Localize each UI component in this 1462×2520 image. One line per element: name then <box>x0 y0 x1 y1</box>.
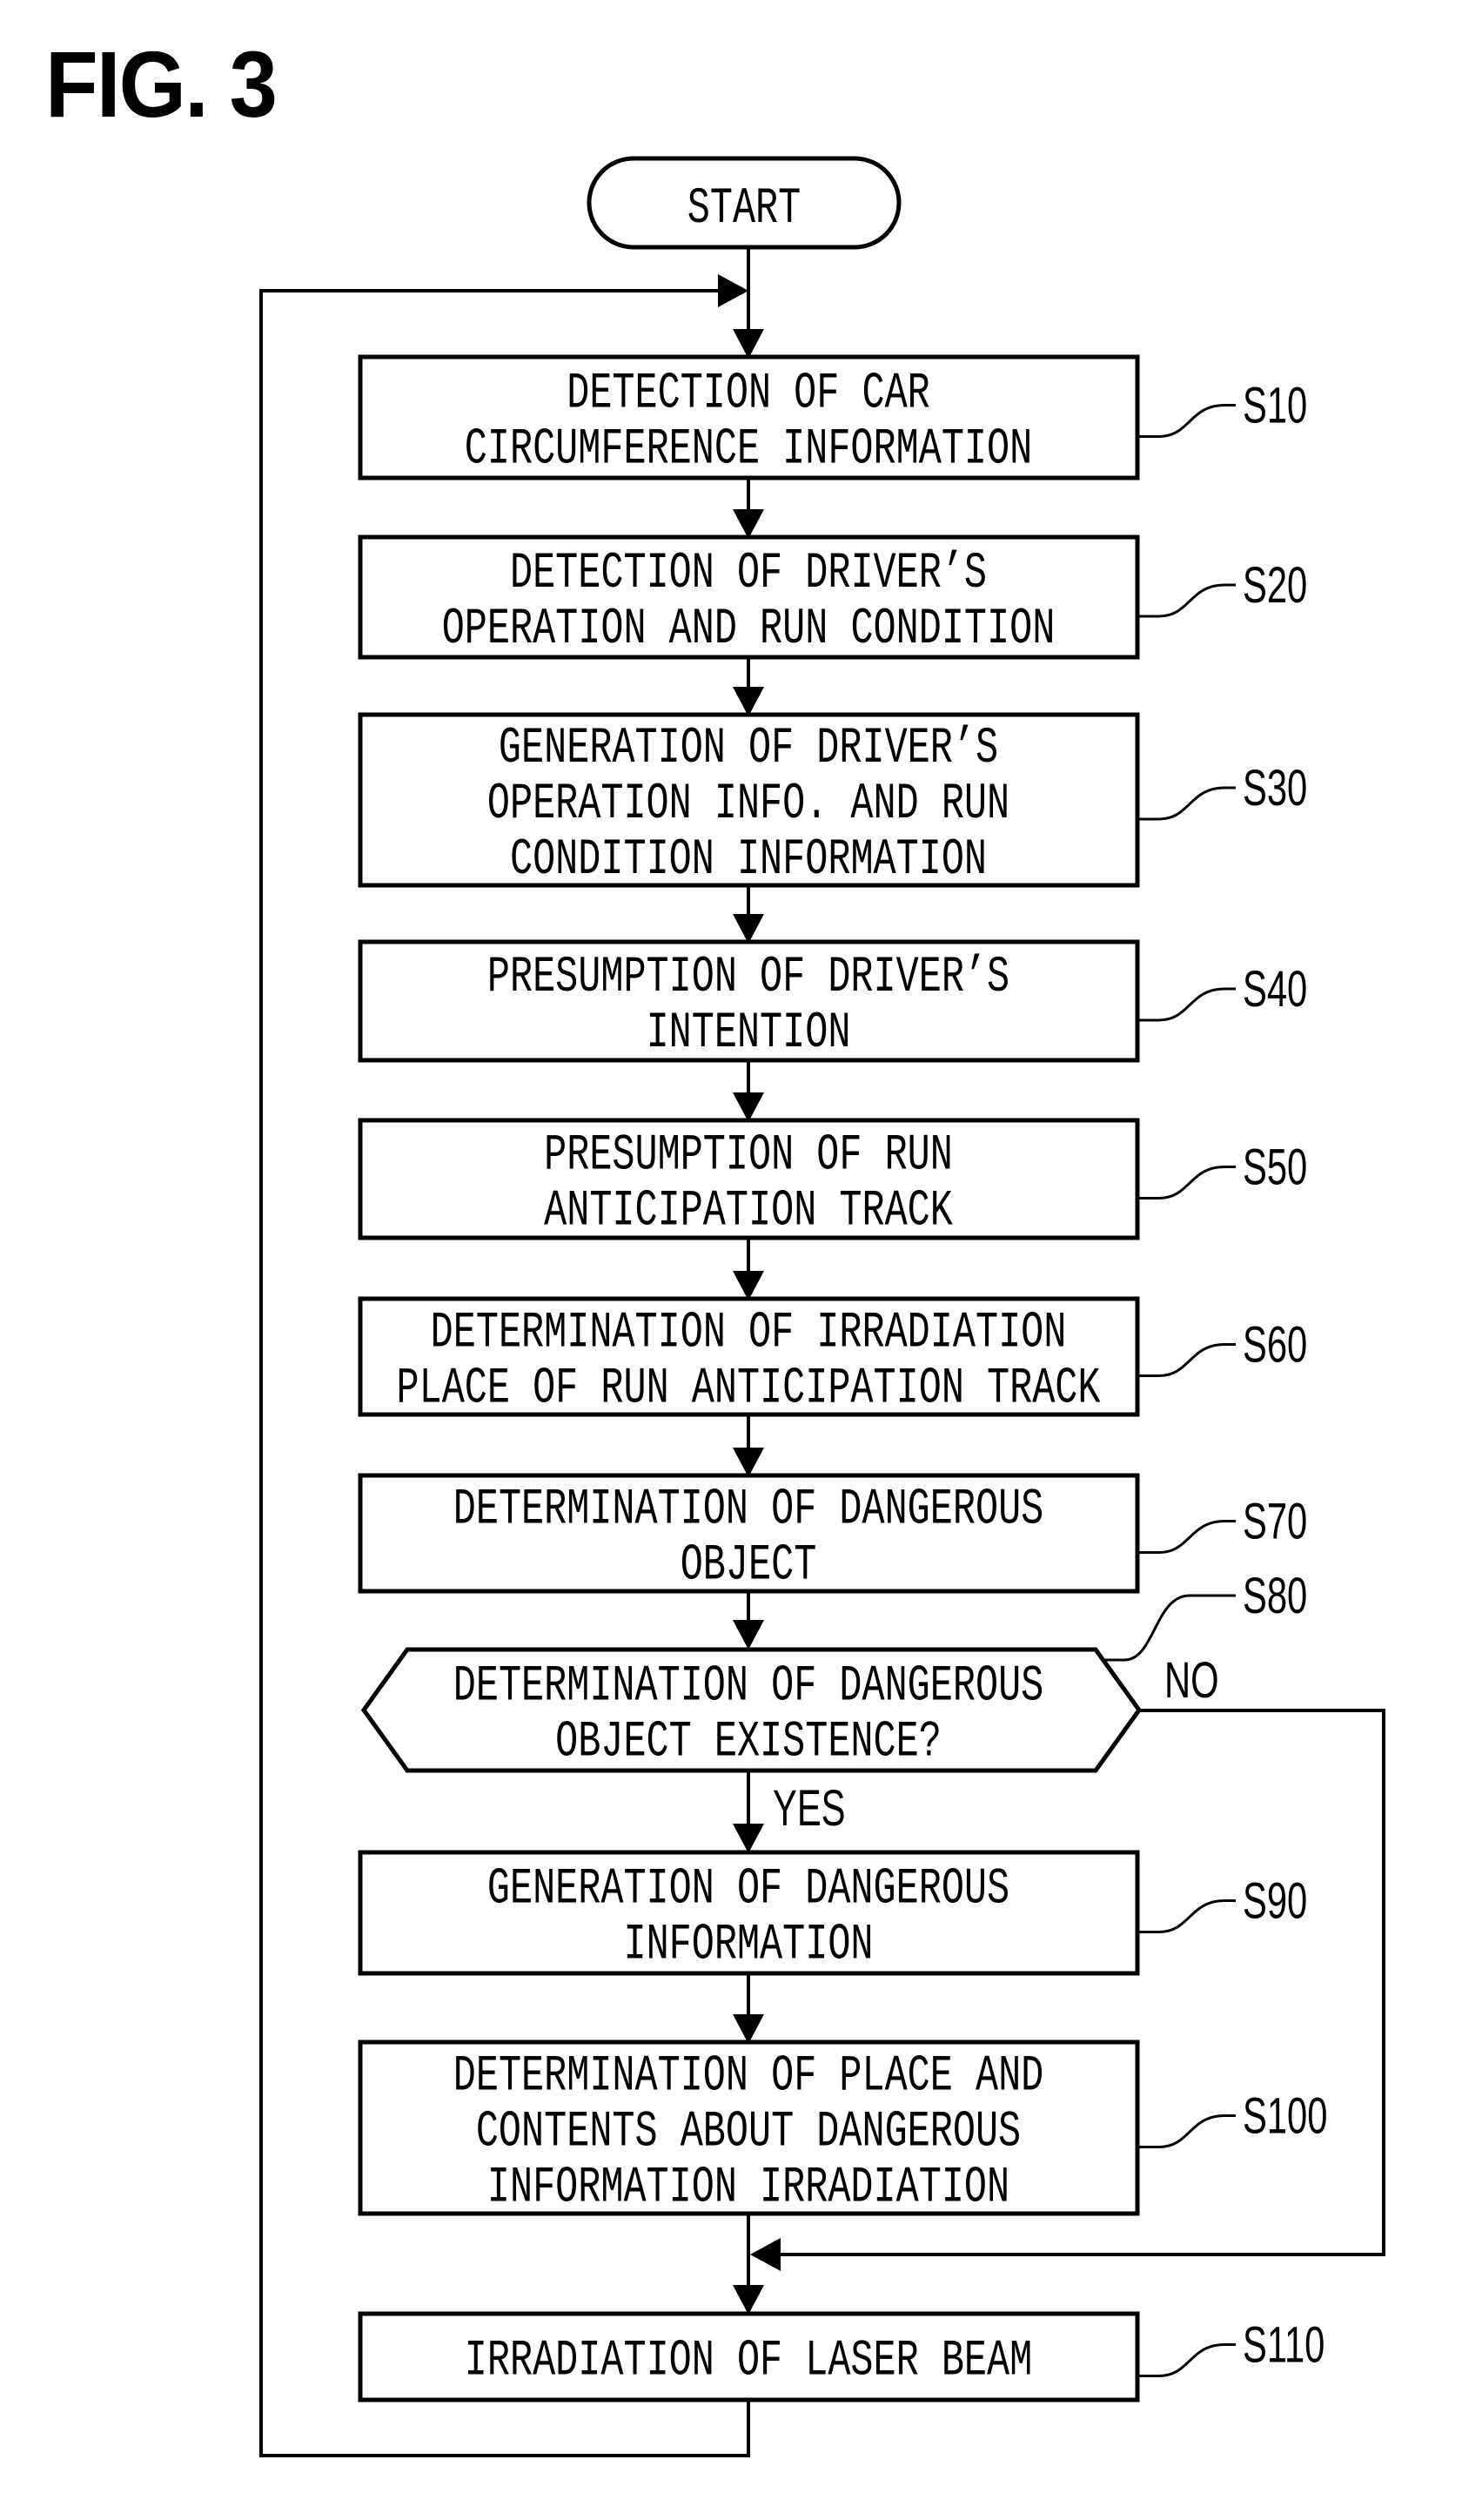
step-text-line: PRESUMPTION OF DRIVER’S <box>487 949 1009 1006</box>
step-s110: IRRADIATION OF LASER BEAM S110 <box>358 2311 1325 2402</box>
step-id-label: S50 <box>1243 1139 1307 1195</box>
step-text-line: CIRCUMFERENCE INFORMATION <box>465 421 1032 479</box>
step-text-line: CONTENTS ABOUT DANGEROUS <box>476 2104 1021 2161</box>
step-leader-line <box>1137 1899 1236 1933</box>
step-id-label: S110 <box>1243 2316 1325 2373</box>
step-id-label: S10 <box>1243 377 1307 433</box>
step-s10: DETECTION OF CARCIRCUMFERENCE INFORMATIO… <box>358 354 1307 480</box>
step-leader-line <box>1137 786 1236 821</box>
step-leader-line <box>1137 987 1236 1022</box>
step-text-line: DETERMINATION OF DANGEROUS <box>453 1482 1044 1539</box>
step-leader-line <box>1137 404 1236 438</box>
arrowhead-down-icon <box>733 509 764 539</box>
step-s40: PRESUMPTION OF DRIVER’SINTENTION S40 <box>358 939 1307 1063</box>
step-leader-line <box>1137 1166 1236 1200</box>
step-s20: DETECTION OF DRIVER’SOPERATION AND RUN C… <box>358 534 1307 660</box>
step-s60: DETERMINATION OF IRRADIATIONPLACE OF RUN… <box>358 1296 1307 1418</box>
arrowhead-down-icon <box>733 1620 764 1650</box>
step-text-line: OPERATION AND RUN CONDITION <box>442 601 1056 658</box>
step-id-label: S80 <box>1243 1567 1307 1623</box>
step-id-label: S20 <box>1243 556 1307 613</box>
step-text-line: DETECTION OF CAR <box>567 366 930 423</box>
step-text-line: OBJECT <box>681 1537 817 1595</box>
start-terminator: START <box>587 156 902 250</box>
arrowhead-left-icon <box>750 2238 781 2271</box>
arrowhead-down-icon <box>733 1448 764 1477</box>
step-s100: DETERMINATION OF PLACE ANDCONTENTS ABOUT… <box>358 2040 1327 2217</box>
step-leader-line <box>1137 2114 1236 2148</box>
step-text-line: INFORMATION IRRADIATION <box>487 2160 1009 2217</box>
arrowhead-down-icon <box>733 687 764 716</box>
step-s50: PRESUMPTION OF RUNANTICIPATION TRACK S50 <box>358 1118 1307 1240</box>
step-id-label: S90 <box>1243 1872 1307 1929</box>
step-text-line: OBJECT EXISTENCE? <box>555 1714 942 1771</box>
arrowhead-down-icon <box>733 2014 764 2044</box>
step-leader-line <box>1137 583 1236 618</box>
arrowhead-down-icon <box>733 1824 764 1853</box>
step-id-label: S100 <box>1243 2087 1327 2144</box>
step-id-label: S40 <box>1243 960 1307 1017</box>
step-text-line: GENERATION OF DANGEROUS <box>487 1861 1009 1919</box>
step-leader-line <box>1137 2343 1236 2377</box>
arrowhead-down-icon <box>733 329 764 359</box>
step-text-line: ANTICIPATION TRACK <box>544 1183 953 1240</box>
start-label: START <box>687 180 801 238</box>
step-text-line: DETERMINATION OF IRRADIATION <box>431 1305 1067 1362</box>
arrowhead-down-icon <box>733 914 764 944</box>
step-id-label: S30 <box>1243 759 1307 816</box>
step-s70: DETERMINATION OF DANGEROUSOBJECT S70 <box>358 1473 1307 1595</box>
flowchart: START DETECTION OF CARCIRCUMFERENCE INFO… <box>259 156 1385 2457</box>
step-s90: GENERATION OF DANGEROUSINFORMATION S90 <box>358 1850 1307 1976</box>
step-text-line: DETECTION OF DRIVER’S <box>510 545 987 602</box>
arrowhead-down-icon <box>733 1271 764 1300</box>
step-text-line: CONDITION INFORMATION <box>510 831 987 889</box>
step-text-line: PRESUMPTION OF RUN <box>544 1127 953 1185</box>
step-leader-line <box>1137 1520 1236 1554</box>
step-leader-line <box>1103 1594 1236 1662</box>
step-text-line: IRRADIATION OF LASER BEAM <box>465 2333 1032 2390</box>
step-s80: DETERMINATION OF DANGEROUSOBJECT EXISTEN… <box>360 1567 1307 1837</box>
arrowhead-down-icon <box>733 2285 764 2315</box>
step-s30: GENERATION OF DRIVER’SOPERATION INFO. AN… <box>358 712 1307 889</box>
no-branch-label: NO <box>1164 1651 1219 1708</box>
step-leader-line <box>1137 1343 1236 1377</box>
step-text-line: GENERATION OF DRIVER’S <box>499 720 998 777</box>
step-id-label: S70 <box>1243 1493 1307 1549</box>
yes-branch-label: YES <box>773 1779 846 1836</box>
step-text-line: INFORMATION <box>623 1917 873 1974</box>
step-text-line: PLACE OF RUN ANTICIPATION TRACK <box>397 1361 1101 1418</box>
step-id-label: S60 <box>1243 1316 1307 1373</box>
step-text-line: DETERMINATION OF PLACE AND <box>453 2048 1044 2106</box>
steps: DETECTION OF CARCIRCUMFERENCE INFORMATIO… <box>358 354 1327 2402</box>
step-text-line: OPERATION INFO. AND RUN <box>487 776 1009 833</box>
arrowhead-down-icon <box>733 1092 764 1122</box>
arrowhead-right-icon <box>718 274 748 307</box>
step-text-line: INTENTION <box>647 1005 851 1062</box>
step-text-line: DETERMINATION OF DANGEROUS <box>453 1658 1044 1716</box>
